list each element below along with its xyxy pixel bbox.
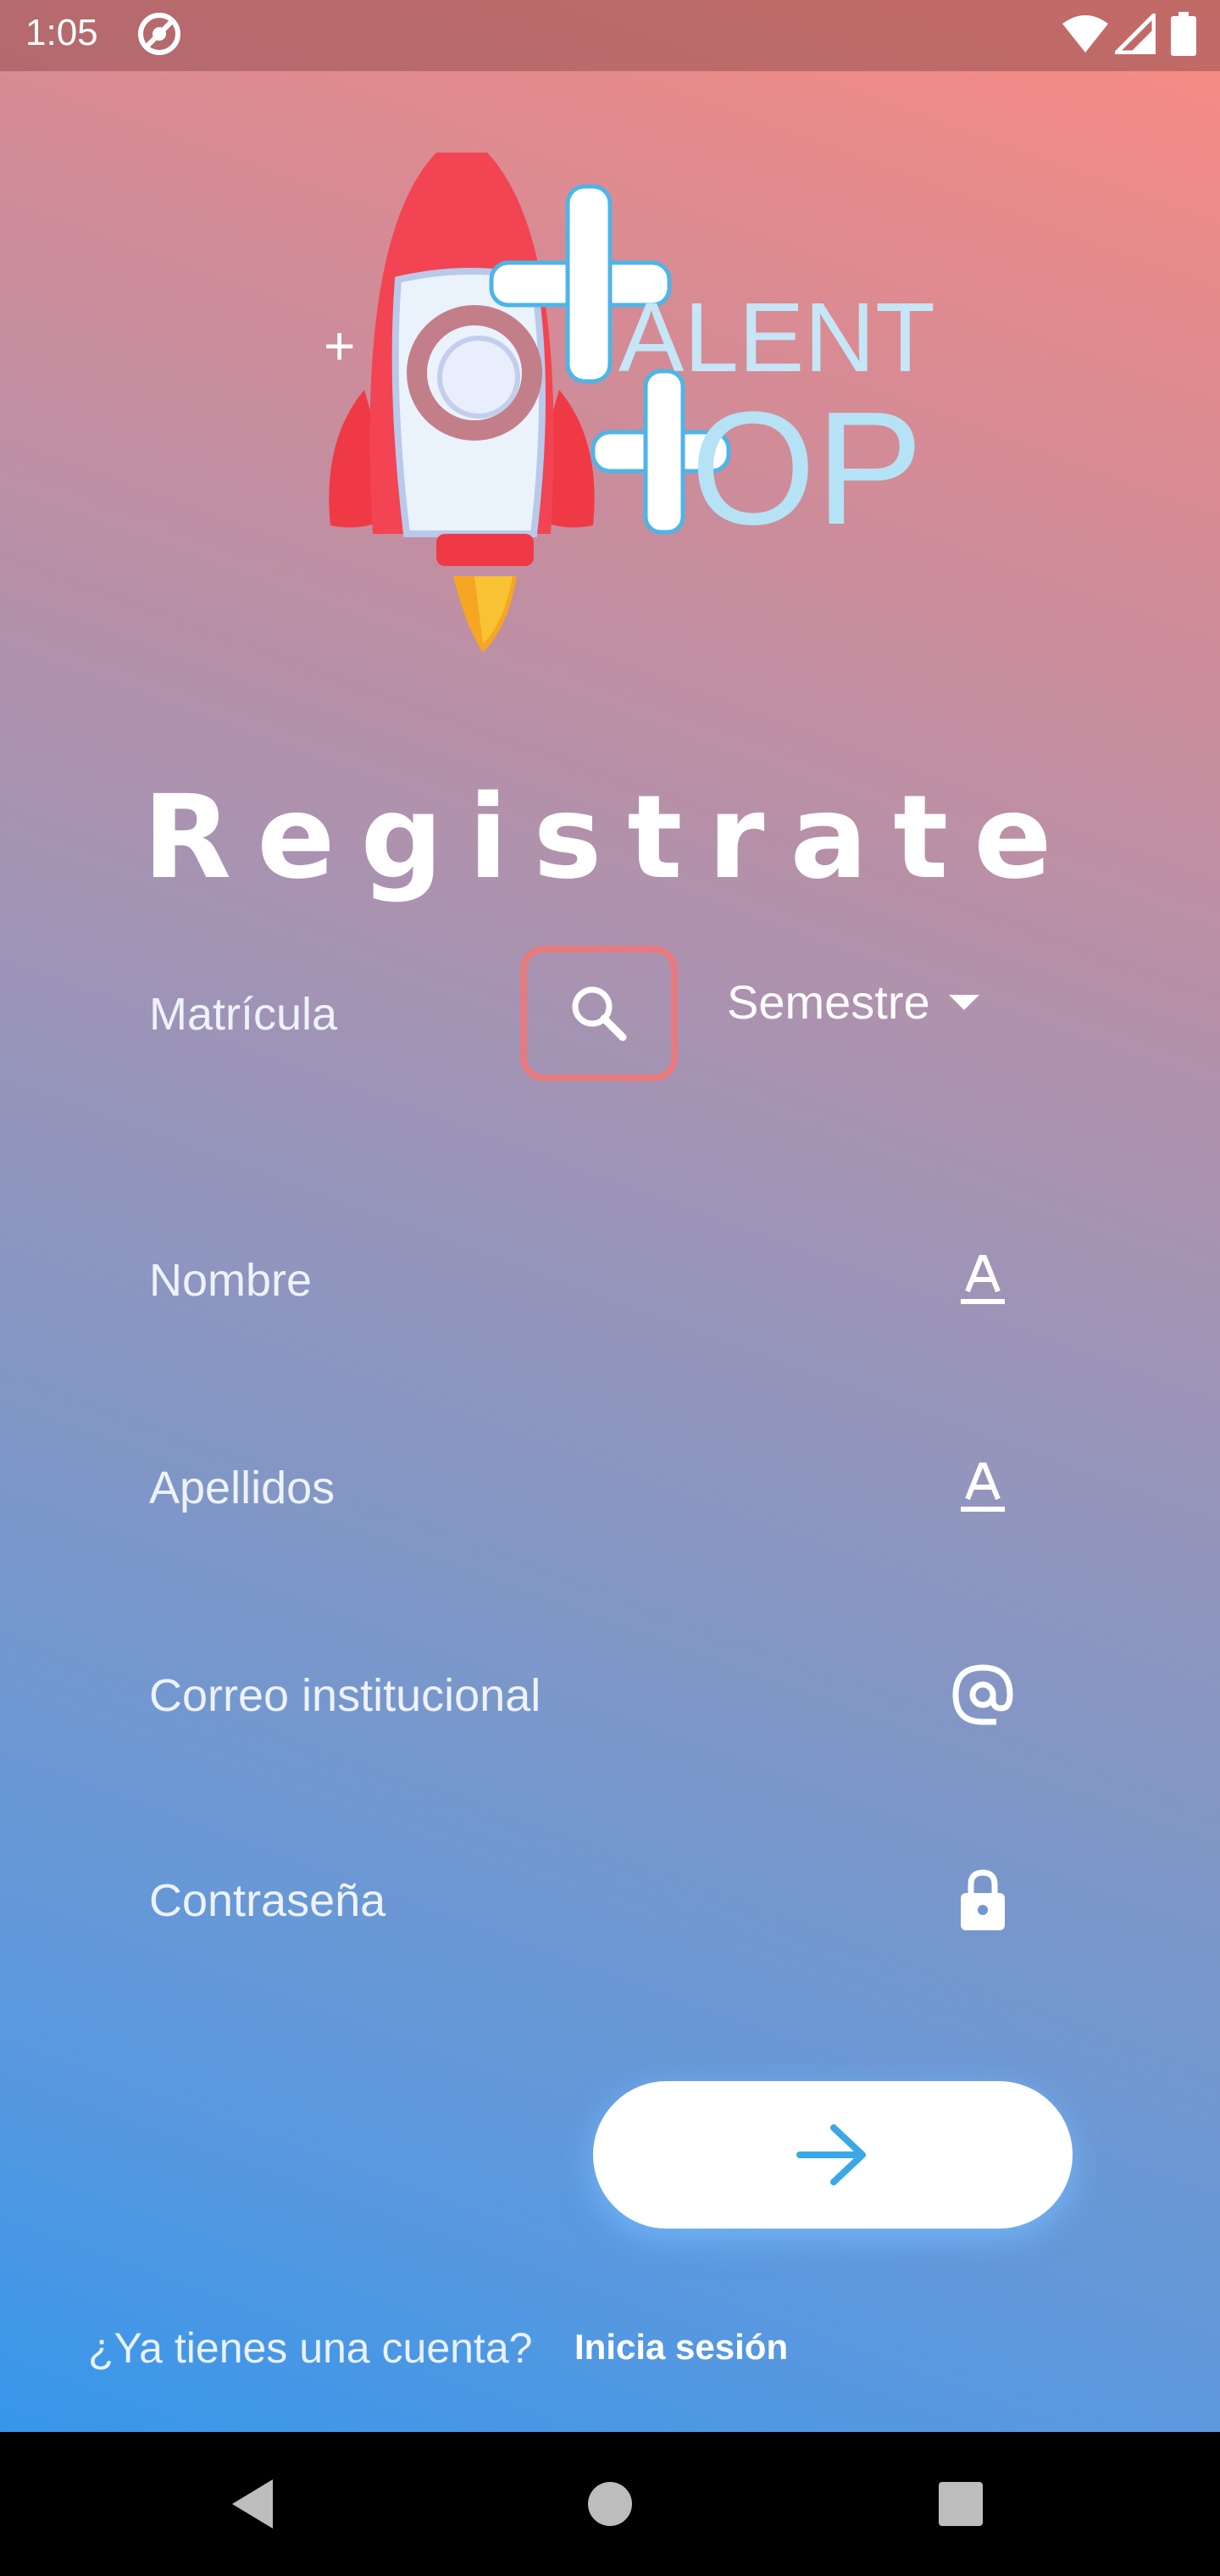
password-label: Contraseña xyxy=(149,1875,386,1926)
nombre-field[interactable]: Nombre xyxy=(127,1229,1042,1330)
talent-top-logo: + ALENT OP xyxy=(305,136,949,678)
have-account-text: ¿Ya tienes una cuenta? xyxy=(88,2324,533,2372)
apellidos-label: Apellidos xyxy=(149,1463,336,1513)
matricula-field[interactable]: Matrícula xyxy=(127,966,500,1068)
do-not-disturb-icon xyxy=(136,10,183,62)
register-screen: 1:05 + ALENT OP Registrate Matrícula Sem… xyxy=(0,0,1220,2576)
brand-line2: OP xyxy=(690,379,923,558)
correo-label: Correo institucional xyxy=(149,1670,541,1721)
back-button[interactable] xyxy=(219,2470,286,2538)
rocket-logo: + ALENT OP xyxy=(324,153,935,652)
home-button[interactable] xyxy=(576,2470,644,2538)
nombre-label: Nombre xyxy=(149,1255,313,1306)
signal-icon xyxy=(1111,9,1156,58)
apellidos-field[interactable]: Apellidos xyxy=(127,1436,1042,1538)
lock-icon xyxy=(949,1866,1017,1934)
home-icon xyxy=(588,2482,632,2526)
arrow-right-icon xyxy=(796,2124,866,2185)
search-icon xyxy=(572,986,627,1041)
login-link[interactable]: Inicia sesión xyxy=(574,2327,788,2368)
text-format-icon xyxy=(949,1246,1017,1313)
matricula-label: Matrícula xyxy=(149,989,338,1040)
status-time: 1:05 xyxy=(25,12,98,53)
navigation-bar xyxy=(0,2432,1220,2576)
recents-icon xyxy=(939,2482,983,2526)
correo-field[interactable]: Correo institucional xyxy=(127,1644,1042,1746)
submit-button[interactable] xyxy=(593,2081,1073,2229)
wifi-icon xyxy=(1061,14,1110,58)
back-icon xyxy=(232,2479,273,2529)
semestre-dropdown[interactable]: Semestre xyxy=(727,974,979,1030)
brand-line1: ALENT xyxy=(618,282,935,392)
svg-text:+: + xyxy=(324,315,355,376)
status-bar: 1:05 xyxy=(0,0,1220,71)
semestre-label: Semestre xyxy=(727,975,930,1029)
recents-button[interactable] xyxy=(927,2470,995,2538)
battery-icon xyxy=(1171,12,1196,60)
text-format-icon xyxy=(949,1453,1017,1521)
search-button[interactable] xyxy=(520,946,678,1081)
page-title: Registrate xyxy=(142,771,1078,905)
at-icon xyxy=(949,1661,1017,1729)
password-field[interactable]: Contraseña xyxy=(127,1849,1042,1951)
chevron-down-icon xyxy=(948,994,979,1010)
